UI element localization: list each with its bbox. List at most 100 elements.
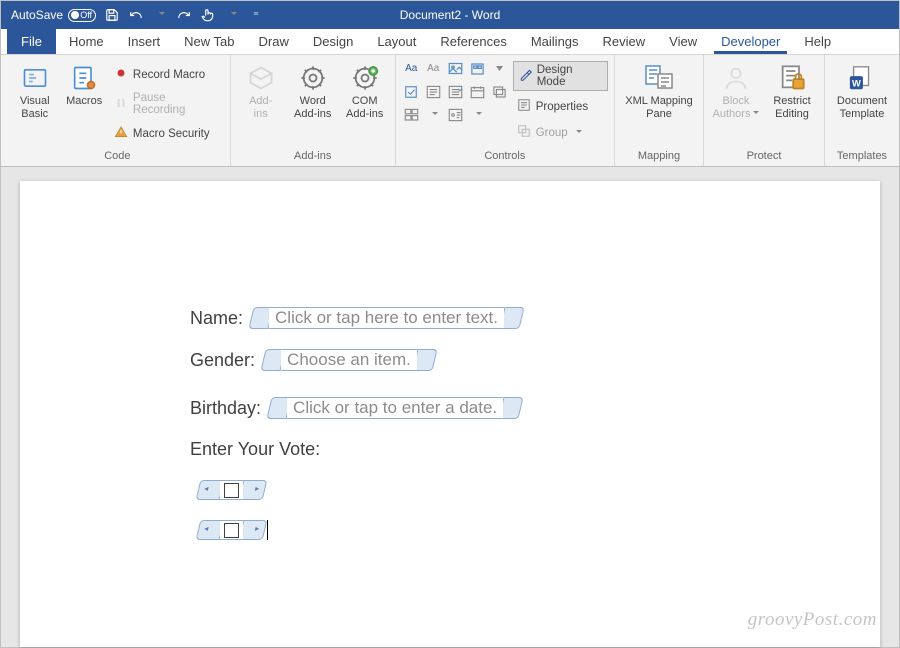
group-label-mapping: Mapping	[621, 148, 697, 164]
page[interactable]: Name: Click or tap here to enter text. G…	[20, 181, 880, 647]
ribbon-tabs: File Home Insert New Tab Draw Design Lay…	[1, 29, 899, 55]
legacy-tools-dropdown-icon[interactable]	[468, 105, 487, 124]
addins-icon	[246, 63, 276, 93]
qat-customize-icon[interactable]: ⁼	[248, 7, 264, 23]
legacy-forms-icon[interactable]	[402, 105, 421, 124]
design-mode-button[interactable]: Design Mode	[513, 61, 608, 91]
tab-view[interactable]: View	[658, 28, 708, 54]
checkbox-control-icon[interactable]	[402, 82, 421, 101]
xml-mapping-icon	[644, 63, 674, 93]
datepicker-control-icon[interactable]	[468, 82, 487, 101]
birthday-content-control[interactable]: Click or tap to enter a date.	[269, 397, 521, 419]
vote-checkbox-2-row: ◂ ▸	[190, 520, 880, 540]
document-title: Document2 - Word	[400, 8, 500, 22]
vote-checkbox-2[interactable]: ◂ ▸	[198, 520, 265, 540]
group-protect: Block Authors Restrict Editing Protect	[704, 55, 825, 166]
watermark: groovyPost.com	[748, 609, 877, 631]
tab-draw[interactable]: Draw	[248, 28, 300, 54]
com-addins-button[interactable]: COM Add-ins	[341, 59, 389, 124]
checkbox-icon	[224, 523, 239, 538]
tab-help[interactable]: Help	[793, 28, 842, 54]
tab-design[interactable]: Design	[302, 28, 364, 54]
tab-mailings[interactable]: Mailings	[520, 28, 590, 54]
properties-button[interactable]: Properties	[513, 96, 608, 117]
birthday-placeholder: Click or tap to enter a date.	[287, 397, 503, 419]
tab-file[interactable]: File	[7, 28, 56, 54]
visual-basic-button[interactable]: Visual Basic	[11, 59, 58, 124]
document-template-button[interactable]: W Document Template	[831, 59, 893, 124]
vote-label: Enter Your Vote:	[190, 439, 320, 460]
title-bar: AutoSave Off ⁼ Document2 - Word	[1, 1, 899, 29]
addins-button: Add- ins	[237, 59, 285, 124]
save-icon[interactable]	[104, 7, 120, 23]
group-label-protect: Protect	[710, 148, 818, 164]
vote-label-row: Enter Your Vote:	[190, 439, 880, 460]
group-label-templates: Templates	[831, 148, 893, 164]
birthday-row: Birthday: Click or tap to enter a date.	[190, 397, 880, 419]
plaintext-control-icon[interactable]: Aa	[424, 59, 443, 78]
design-mode-icon	[519, 68, 533, 85]
svg-text:W: W	[852, 78, 861, 88]
macro-security-button[interactable]: Macro Security	[110, 122, 224, 145]
tab-insert[interactable]: Insert	[117, 28, 172, 54]
gender-content-control[interactable]: Choose an item.	[263, 349, 435, 371]
vote-checkbox-1[interactable]: ◂ ▸	[198, 480, 265, 500]
word-addins-icon	[298, 63, 328, 93]
buildingblock-control-icon[interactable]	[468, 59, 487, 78]
macros-icon	[69, 63, 99, 93]
gender-label: Gender:	[190, 350, 255, 371]
picture-control-icon[interactable]	[446, 59, 465, 78]
redo-icon[interactable]	[176, 7, 192, 23]
richtext-control-icon[interactable]: Aa	[402, 59, 421, 78]
word-addins-button[interactable]: Word Add-ins	[289, 59, 337, 124]
properties-icon	[517, 98, 531, 115]
birthday-label: Birthday:	[190, 398, 261, 419]
tab-developer[interactable]: Developer	[710, 28, 791, 54]
combobox-control-icon[interactable]	[424, 82, 443, 101]
tab-home[interactable]: Home	[58, 28, 115, 54]
undo-icon[interactable]	[128, 7, 144, 23]
group-icon	[517, 124, 531, 141]
gender-row: Gender: Choose an item.	[190, 349, 880, 371]
record-macro-button[interactable]: Record Macro	[110, 63, 224, 86]
touch-dropdown-icon[interactable]	[224, 7, 240, 23]
legacy-tools-icon[interactable]	[446, 105, 465, 124]
dropdown-control-icon[interactable]	[446, 82, 465, 101]
group-label-controls: Controls	[402, 148, 608, 164]
xml-mapping-button[interactable]: XML Mapping Pane	[621, 59, 697, 124]
document-template-icon: W	[847, 63, 877, 93]
name-label: Name:	[190, 308, 243, 329]
name-placeholder: Click or tap here to enter text.	[269, 307, 504, 329]
tab-references[interactable]: References	[429, 28, 517, 54]
ribbon: Visual Basic Macros Record Macro Pause R…	[1, 55, 899, 167]
visual-basic-icon	[20, 63, 50, 93]
restrict-editing-button[interactable]: Restrict Editing	[766, 59, 818, 124]
autosave-label: AutoSave	[11, 8, 63, 22]
legacy-forms-dropdown-icon[interactable]	[424, 105, 443, 124]
block-authors-icon	[721, 63, 751, 93]
vote-checkbox-1-row: ◂ ▸	[190, 480, 880, 500]
controls-gallery: Aa Aa	[402, 59, 509, 125]
group-mapping: XML Mapping Pane Mapping	[615, 55, 704, 166]
repeating-control-icon[interactable]	[490, 82, 509, 101]
group-controls: Aa Aa Design Mode	[396, 55, 615, 166]
buildingblock-dropdown-icon[interactable]	[490, 59, 509, 78]
gender-placeholder: Choose an item.	[281, 349, 417, 371]
tab-layout[interactable]: Layout	[366, 28, 427, 54]
group-code: Visual Basic Macros Record Macro Pause R…	[1, 55, 231, 166]
checkbox-icon	[224, 483, 239, 498]
autosave-toggle[interactable]: AutoSave Off	[11, 8, 96, 22]
group-templates: W Document Template Templates	[825, 55, 899, 166]
undo-dropdown-icon[interactable]	[152, 7, 168, 23]
block-authors-button: Block Authors	[710, 59, 762, 124]
record-icon	[114, 66, 128, 83]
group-button[interactable]: Group	[513, 122, 608, 143]
toggle-switch-icon: Off	[68, 9, 96, 22]
document-area: Name: Click or tap here to enter text. G…	[1, 167, 899, 647]
touch-mode-icon[interactable]	[200, 7, 216, 23]
name-content-control[interactable]: Click or tap here to enter text.	[251, 307, 522, 329]
tab-newtab[interactable]: New Tab	[173, 28, 245, 54]
macros-button[interactable]: Macros	[62, 59, 105, 112]
tab-review[interactable]: Review	[592, 28, 657, 54]
pause-icon	[114, 96, 128, 113]
